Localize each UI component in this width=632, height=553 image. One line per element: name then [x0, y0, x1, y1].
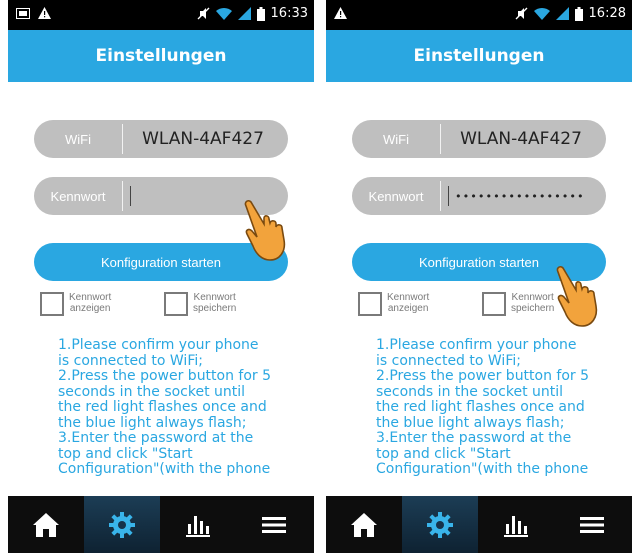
menu-icon	[580, 516, 604, 533]
instructions-text: 1.Please confirm your phone is connected…	[376, 338, 590, 477]
password-input[interactable]: •••••••••••••••••	[448, 177, 598, 215]
status-time: 16:33	[270, 6, 308, 21]
wifi-field[interactable]: WiFi WLAN-4AF427	[352, 120, 606, 158]
page-title: Einstellungen	[95, 46, 227, 66]
settings-gear-icon	[427, 511, 453, 538]
text-cursor	[130, 186, 131, 206]
settings-gear-icon	[109, 511, 135, 538]
checkbox-label: Kennwort anzeigen	[69, 292, 112, 314]
nav-home[interactable]	[326, 496, 402, 553]
warning-icon	[38, 7, 51, 19]
nav-home[interactable]	[8, 496, 84, 553]
save-password-checkbox[interactable]: Kennwort speichern	[482, 292, 554, 316]
battery-icon	[574, 6, 583, 21]
battery-icon	[256, 6, 265, 21]
checkbox-label: Kennwort anzeigen	[387, 292, 430, 314]
mute-icon	[515, 7, 527, 20]
warning-icon	[334, 7, 347, 19]
password-label: Kennwort	[50, 188, 106, 204]
wifi-ssid-value: WLAN-4AF427	[460, 129, 582, 149]
mute-icon	[197, 7, 209, 20]
bottom-nav-bar	[8, 496, 314, 553]
signal-icon	[555, 7, 569, 20]
tap-hand-icon	[556, 265, 598, 327]
home-icon	[33, 512, 59, 537]
wifi-icon	[215, 8, 232, 20]
status-bar: 16:28	[326, 0, 632, 30]
wifi-icon	[533, 8, 550, 20]
tap-hand-icon	[244, 199, 286, 261]
nav-menu[interactable]	[236, 496, 312, 553]
show-password-checkbox[interactable]: Kennwort anzeigen	[40, 292, 111, 316]
checkbox-box[interactable]	[164, 292, 188, 316]
field-divider	[440, 124, 441, 154]
signal-icon	[237, 7, 251, 20]
field-divider	[122, 181, 123, 211]
screenshot-icon	[16, 7, 30, 19]
instructions-text: 1.Please confirm your phone is connected…	[58, 338, 272, 477]
checkbox-box[interactable]	[40, 292, 64, 316]
status-time: 16:28	[588, 6, 626, 21]
checkbox-box[interactable]	[482, 292, 506, 316]
nav-statistics[interactable]	[478, 496, 554, 553]
password-value: •••••••••••••••••	[455, 189, 585, 203]
password-label: Kennwort	[368, 188, 424, 204]
phone-screen-right: 16:28 Einstellungen WiFi WLAN-4AF427 Ken…	[326, 0, 632, 553]
bottom-nav-bar	[326, 496, 632, 553]
page-title: Einstellungen	[413, 46, 545, 66]
checkbox-box[interactable]	[358, 292, 382, 316]
text-cursor	[448, 186, 449, 206]
stats-bars-icon	[186, 515, 210, 537]
field-divider	[440, 181, 441, 211]
home-icon	[351, 512, 377, 537]
wifi-label: WiFi	[383, 131, 409, 147]
checkbox-label: Kennwort speichern	[193, 292, 237, 314]
stats-bars-icon	[504, 515, 528, 537]
wifi-field[interactable]: WiFi WLAN-4AF427	[34, 120, 288, 158]
menu-icon	[262, 516, 286, 533]
field-divider	[122, 124, 123, 154]
phone-screen-left: 16:33 Einstellungen WiFi WLAN-4AF427 Ken…	[8, 0, 314, 553]
save-password-checkbox[interactable]: Kennwort speichern	[164, 292, 236, 316]
wifi-label: WiFi	[65, 131, 91, 147]
show-password-checkbox[interactable]: Kennwort anzeigen	[358, 292, 429, 316]
password-field[interactable]: Kennwort •••••••••••••••••	[352, 177, 606, 215]
nav-menu[interactable]	[554, 496, 630, 553]
title-bar: Einstellungen	[326, 30, 632, 82]
title-bar: Einstellungen	[8, 30, 314, 82]
status-bar: 16:33	[8, 0, 314, 30]
nav-settings[interactable]	[402, 496, 478, 553]
nav-settings[interactable]	[84, 496, 160, 553]
checkbox-label: Kennwort speichern	[511, 292, 555, 314]
wifi-ssid-value: WLAN-4AF427	[142, 129, 264, 149]
nav-statistics[interactable]	[160, 496, 236, 553]
